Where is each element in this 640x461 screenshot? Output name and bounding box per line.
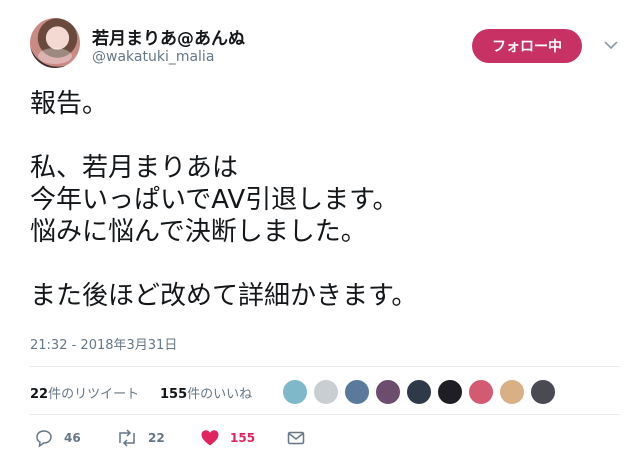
liker-avatar[interactable] bbox=[530, 379, 556, 405]
direct-message-button[interactable] bbox=[286, 428, 306, 448]
tweet-stats: 22件のリツイート 155件のいいね bbox=[30, 372, 620, 412]
tweet-line: 報告。 bbox=[30, 89, 109, 119]
liker-avatar[interactable] bbox=[282, 379, 308, 405]
profile-avatar[interactable] bbox=[30, 18, 80, 68]
tweet-line bbox=[30, 120, 620, 152]
tweet-actions: 46 22 155 bbox=[30, 424, 620, 452]
retweet-count: 22 bbox=[148, 431, 165, 445]
display-name[interactable]: 若月まりあ@あんぬ bbox=[92, 24, 245, 49]
tweet-line bbox=[30, 248, 620, 280]
like-count: 155 bbox=[230, 431, 256, 445]
liker-avatar[interactable] bbox=[406, 379, 432, 405]
retweet-icon bbox=[119, 429, 135, 447]
like-button[interactable]: 155 bbox=[200, 428, 255, 448]
following-button[interactable]: フォロー中 bbox=[472, 29, 582, 63]
liker-avatar[interactable] bbox=[499, 379, 525, 405]
reply-button[interactable]: 46 bbox=[34, 428, 81, 448]
like-stat-label: 件のいいね bbox=[187, 387, 253, 402]
retweet-stat-label: 件のリツイート bbox=[48, 387, 140, 402]
retweet-stat[interactable]: 22件のリツイート bbox=[30, 383, 139, 402]
liker-avatar[interactable] bbox=[437, 379, 463, 405]
heart-icon bbox=[201, 430, 219, 446]
tweet-timestamp[interactable]: 21:32 - 2018年3月31日 bbox=[30, 334, 177, 353]
reply-count: 46 bbox=[64, 431, 81, 445]
retweet-button[interactable]: 22 bbox=[116, 428, 165, 448]
liker-avatar[interactable] bbox=[313, 379, 339, 405]
liker-avatar[interactable] bbox=[375, 379, 401, 405]
envelope-icon bbox=[287, 431, 305, 445]
tweet-header: 若月まりあ@あんぬ @wakatuki_malia フォロー中 bbox=[30, 18, 620, 74]
user-handle[interactable]: @wakatuki_malia bbox=[92, 49, 214, 65]
tweet-text: 報告。 私、若月まりあは 今年いっぱいでAV引退します。 悩みに悩んで決断しまし… bbox=[30, 88, 620, 312]
reply-icon bbox=[36, 430, 52, 448]
tweet-line: 悩みに悩んで決断しました。 bbox=[30, 217, 367, 247]
divider bbox=[30, 366, 620, 367]
retweet-stat-count: 22 bbox=[30, 387, 49, 402]
tweet-line: 私、若月まりあは bbox=[30, 153, 239, 183]
tweet-line: また後ほど改めて詳細かきます。 bbox=[30, 281, 418, 311]
tweet-line: 今年いっぱいでAV引退します。 bbox=[30, 185, 399, 215]
divider bbox=[30, 414, 620, 415]
chevron-down-icon[interactable] bbox=[602, 36, 620, 54]
like-stat-count: 155 bbox=[160, 387, 188, 402]
like-stat[interactable]: 155件のいいね bbox=[160, 383, 252, 402]
liker-avatar[interactable] bbox=[468, 379, 494, 405]
liker-avatar[interactable] bbox=[344, 379, 370, 405]
